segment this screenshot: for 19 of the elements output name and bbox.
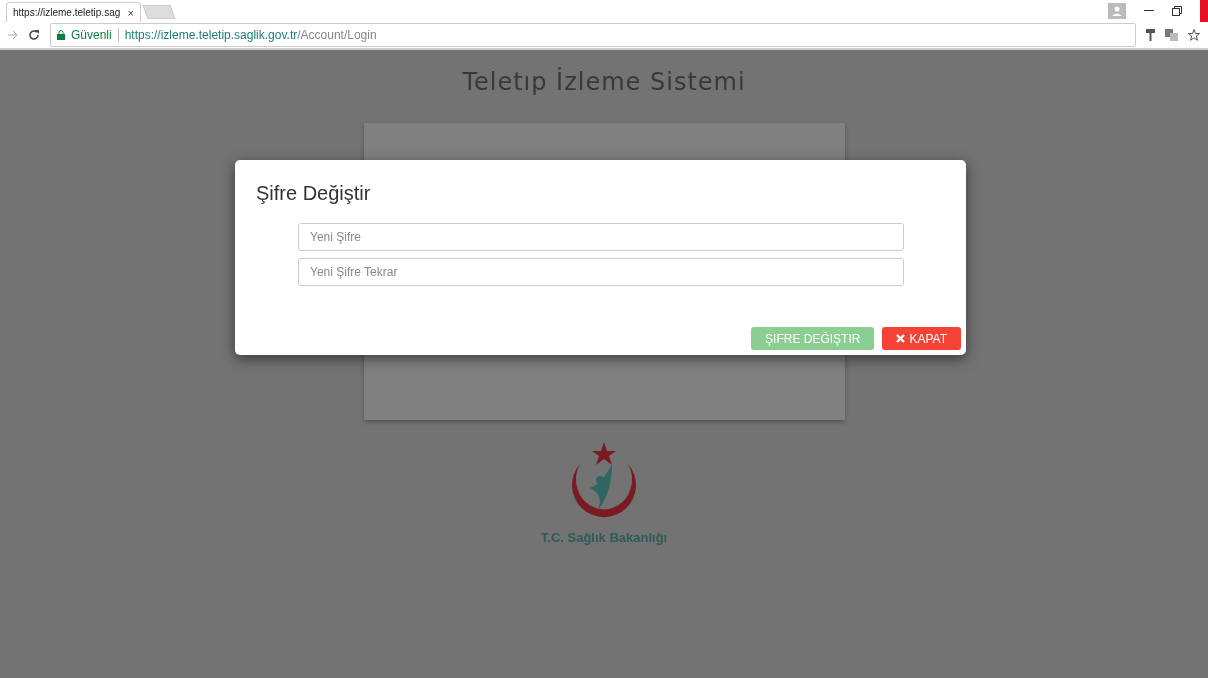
- minimize-icon[interactable]: [1144, 10, 1154, 12]
- logo-caption: T.C. Sağlık Bakanlığı: [540, 530, 668, 545]
- password-field[interactable]: Yeni Şifre Tekrar: [298, 258, 904, 286]
- reload-icon[interactable]: [28, 29, 40, 41]
- key-icon[interactable]: [1146, 29, 1155, 41]
- secure-label: Güvenli: [71, 28, 112, 42]
- close-button[interactable]: KAPAT: [882, 327, 961, 350]
- url-text: https://izleme.teletip.saglik.gov.tr/Account/Login: [124, 28, 377, 42]
- translate-icon[interactable]: [1165, 29, 1178, 41]
- browser-tab[interactable]: https://izleme.teletip.sag ×: [6, 2, 141, 22]
- lock-icon: [57, 30, 65, 40]
- page-title: Teletıp İzleme Sistemi: [462, 68, 746, 96]
- star-icon[interactable]: [1188, 29, 1200, 41]
- tab-title: https://izleme.teletip.sag: [13, 7, 121, 18]
- dialog-title: Şifre Değiştir: [256, 182, 372, 205]
- restore-icon[interactable]: [1172, 6, 1182, 16]
- tab-close-button[interactable]: ×: [127, 6, 134, 19]
- address-bar[interactable]: Güvenli https://izleme.teletip.saglik.gov.tr/Account/Login: [50, 23, 1136, 47]
- password-field[interactable]: Yeni Şifre: [298, 223, 904, 251]
